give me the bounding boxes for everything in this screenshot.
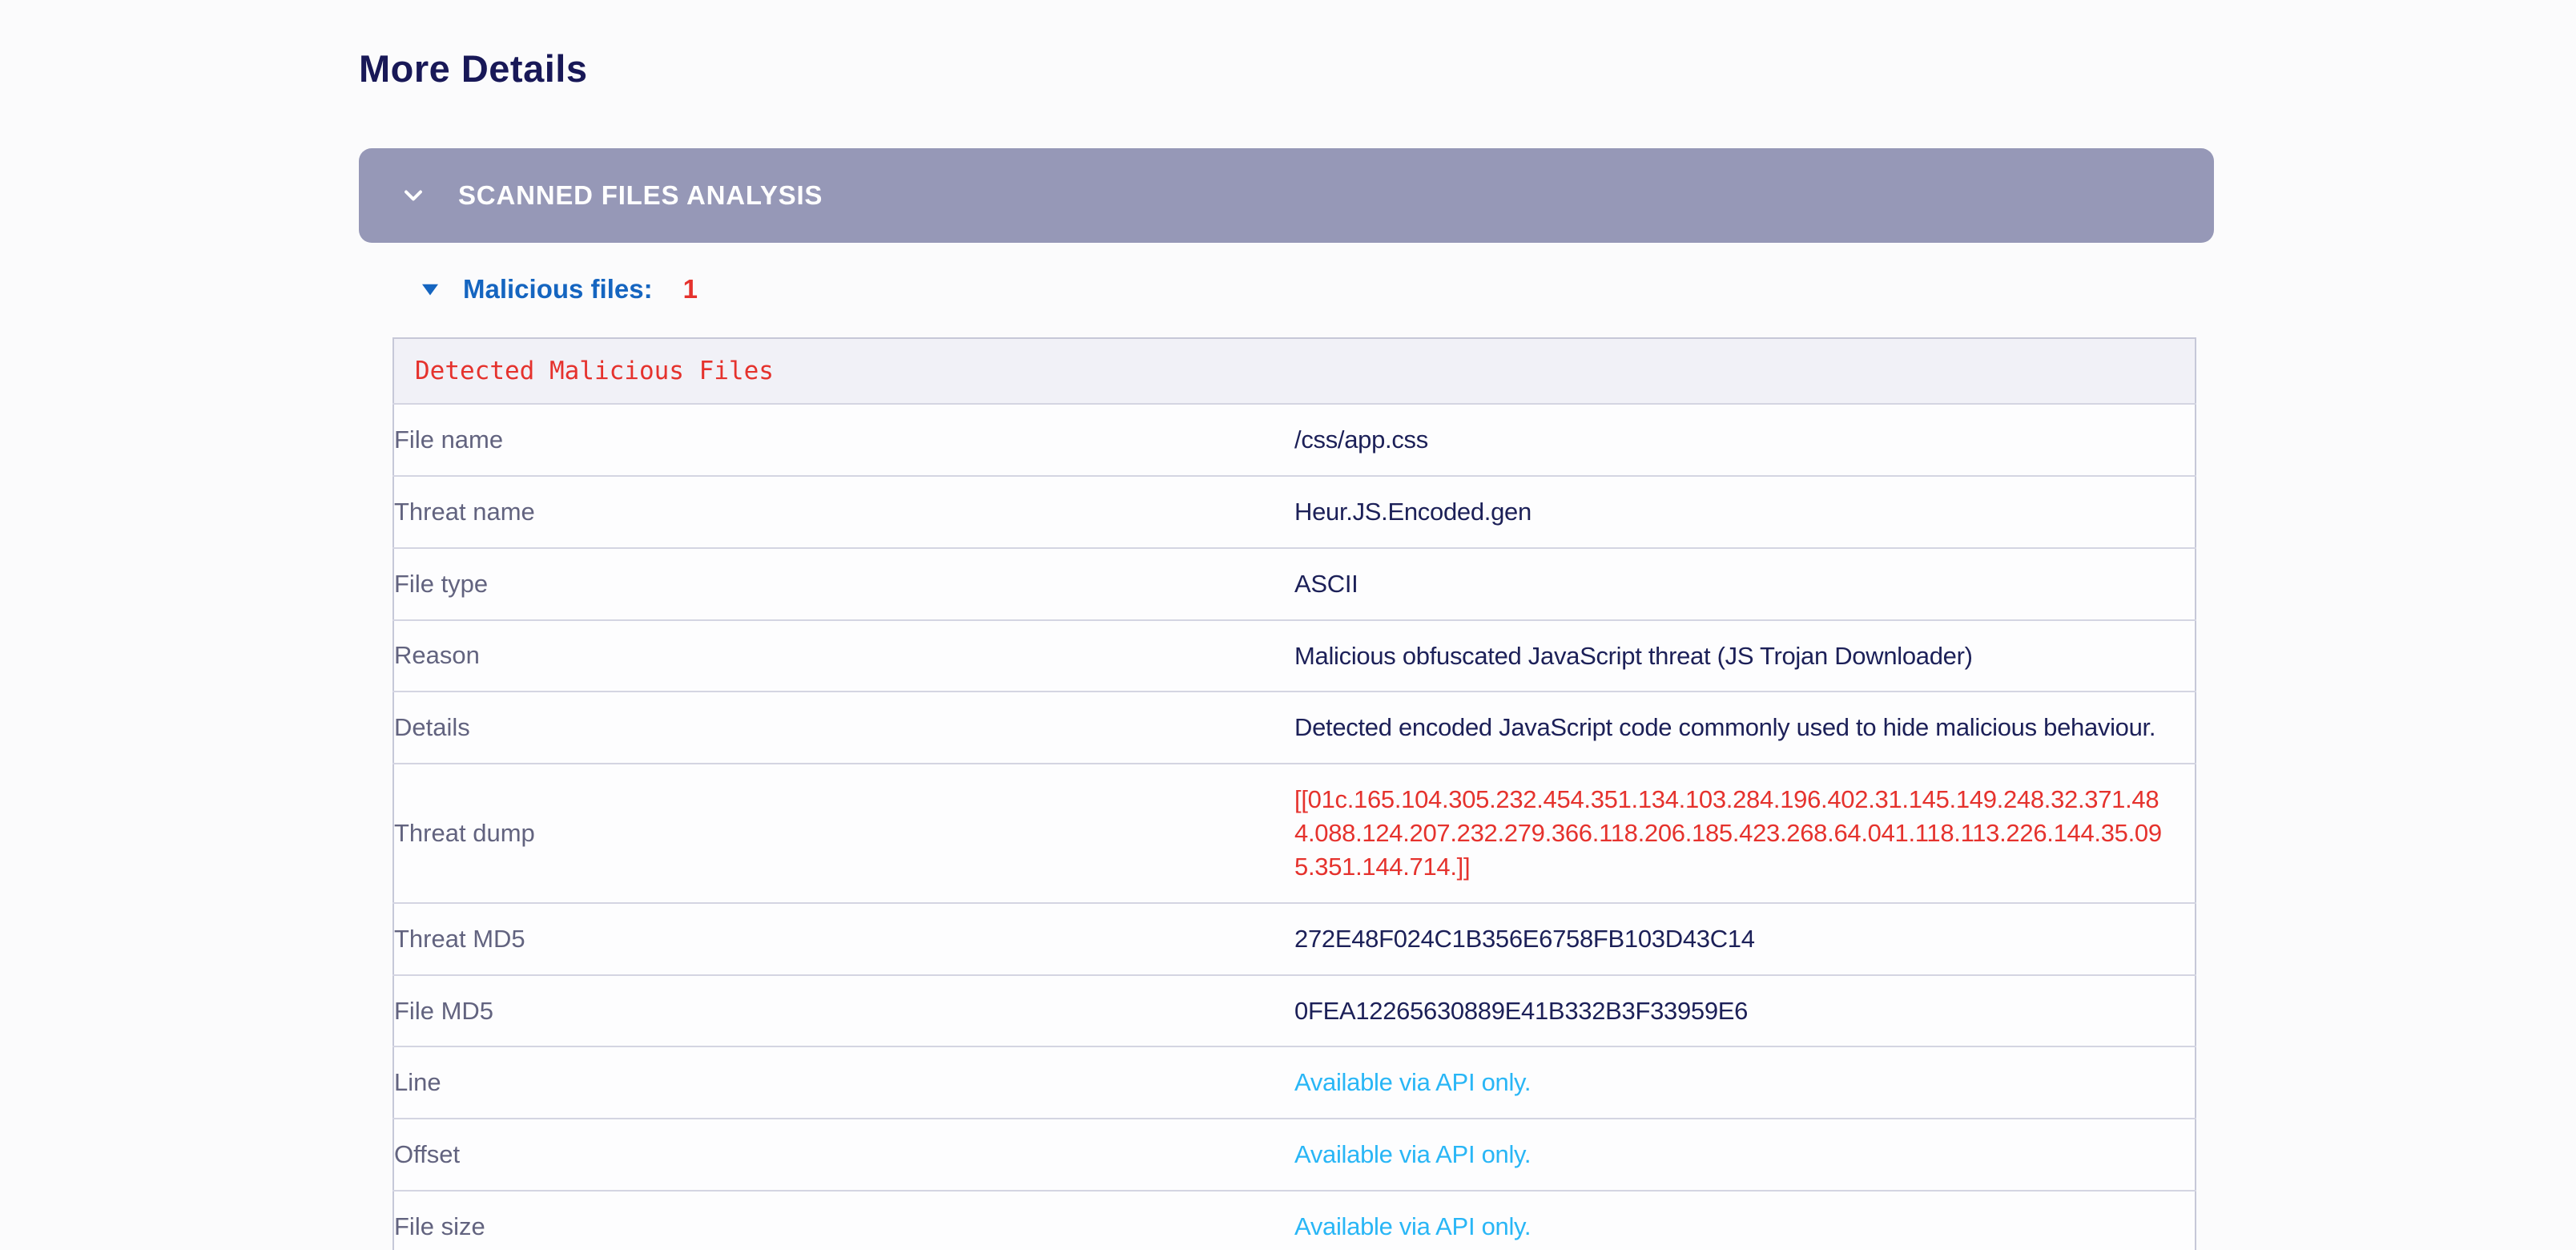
malicious-files-toggle[interactable]: Malicious files: 1 <box>418 272 2217 307</box>
row-value: Detected encoded JavaScript code commonl… <box>1294 692 2196 764</box>
row-value: 272E48F024C1B356E6758FB103D43C14 <box>1294 903 2196 975</box>
table-row: Threat MD5 272E48F024C1B356E6758FB103D43… <box>393 903 2196 975</box>
row-label: Threat dump <box>393 764 1294 903</box>
scanned-files-analysis-header[interactable]: SCANNED FILES ANALYSIS <box>359 148 2214 243</box>
row-value: 0FEA12265630889E41B332B3F33959E6 <box>1294 975 2196 1047</box>
chevron-down-icon <box>399 181 428 210</box>
table-title-row: Detected Malicious Files <box>393 338 2196 404</box>
page-title: More Details <box>359 50 2217 87</box>
table-row: Offset Available via API only. <box>393 1119 2196 1191</box>
table-row: File name /css/app.css <box>393 404 2196 476</box>
row-label: File type <box>393 548 1294 620</box>
table-row: File size Available via API only. <box>393 1191 2196 1250</box>
row-value: /css/app.css <box>1294 404 2196 476</box>
details-page: More Details SCANNED FILES ANALYSIS Mali… <box>0 0 2217 1250</box>
row-value: Heur.JS.Encoded.gen <box>1294 476 2196 548</box>
row-label: Reason <box>393 620 1294 692</box>
malicious-files-label: Malicious files: <box>463 274 653 304</box>
row-value: Available via API only. <box>1294 1119 2196 1191</box>
panel-header-label: SCANNED FILES ANALYSIS <box>458 180 823 211</box>
panel-body: Malicious files: 1 Detected Malicious Fi… <box>359 272 2217 1250</box>
table-row: Details Detected encoded JavaScript code… <box>393 692 2196 764</box>
row-value: ASCII <box>1294 548 2196 620</box>
table-row: Threat dump [[01c.165.104.305.232.454.35… <box>393 764 2196 903</box>
row-label: File name <box>393 404 1294 476</box>
table-row: Reason Malicious obfuscated JavaScript t… <box>393 620 2196 692</box>
row-label: Threat name <box>393 476 1294 548</box>
row-label: Offset <box>393 1119 1294 1191</box>
table-row: Line Available via API only. <box>393 1046 2196 1119</box>
row-label: Details <box>393 692 1294 764</box>
table-row: File MD5 0FEA12265630889E41B332B3F33959E… <box>393 975 2196 1047</box>
row-label: File size <box>393 1191 1294 1250</box>
row-label: File MD5 <box>393 975 1294 1047</box>
caret-down-icon <box>418 277 442 301</box>
scanned-files-panel: SCANNED FILES ANALYSIS Malicious files: … <box>359 148 2217 1250</box>
table-row: File type ASCII <box>393 548 2196 620</box>
row-value: Malicious obfuscated JavaScript threat (… <box>1294 620 2196 692</box>
malicious-file-table: Detected Malicious Files File name /css/… <box>392 337 2196 1250</box>
malicious-files-count: 1 <box>683 274 698 304</box>
row-label: Line <box>393 1046 1294 1119</box>
table-row: Threat name Heur.JS.Encoded.gen <box>393 476 2196 548</box>
row-value: Available via API only. <box>1294 1191 2196 1250</box>
table-title: Detected Malicious Files <box>393 338 2196 404</box>
row-value: [[01c.165.104.305.232.454.351.134.103.28… <box>1294 764 2196 903</box>
row-value: Available via API only. <box>1294 1046 2196 1119</box>
row-label: Threat MD5 <box>393 903 1294 975</box>
